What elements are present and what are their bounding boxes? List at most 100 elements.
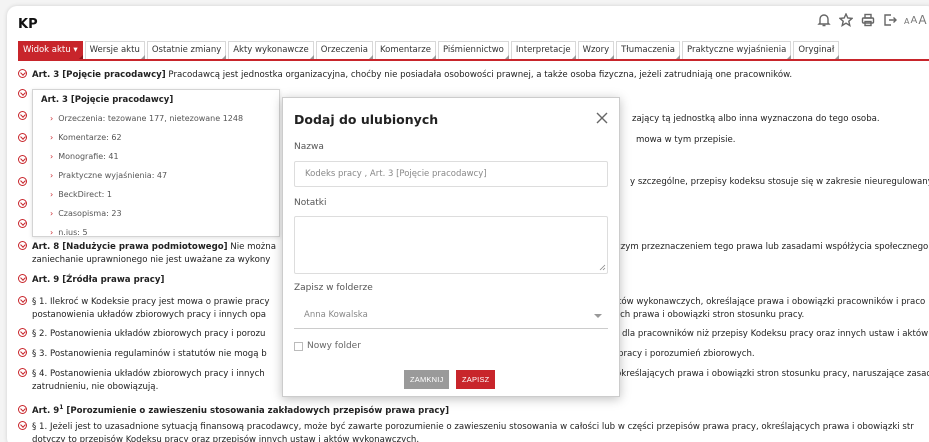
article-row (18, 199, 32, 212)
folder-select-value: Anna Kowalska (304, 310, 368, 320)
popover-link-praktyczne[interactable]: › Praktyczne wyjaśnienia: 47 (50, 171, 167, 180)
paragraph-text: § 1. Jeżeli jest to uzasadnione sytuacją… (32, 422, 914, 432)
dialog-title: Dodaj do ulubionych (294, 112, 439, 127)
paragraph-text-fragment: określających prawa i obowiązki stron st… (616, 369, 929, 379)
folder-select[interactable]: Anna Kowalska (294, 303, 608, 329)
popover-link-orzeczenia[interactable]: › Orzeczenia: tezowane 177, nietezowane 1… (50, 114, 243, 123)
expand-icon[interactable] (18, 89, 27, 98)
print-icon[interactable] (860, 12, 876, 28)
paragraph-text-fragment: pracy i porozumień zbiorowych. (618, 349, 755, 359)
paragraph-row: § 2. Postanowienia układów zbiorowych pr… (18, 328, 265, 341)
article-heading: Art. 8 [Nadużycie prawa podmiotowego] (32, 242, 228, 252)
export-icon[interactable] (882, 12, 898, 28)
popover-link-monografie[interactable]: › Monografie: 41 (50, 152, 119, 161)
article-heading: Art. 91 [Porozumienie o zawieszeniu stos… (32, 404, 449, 416)
folder-label: Zapisz w folderze (294, 283, 373, 293)
expand-icon[interactable] (18, 421, 27, 430)
article-row (18, 177, 32, 190)
close-button[interactable]: ZAMKNIJ (404, 370, 450, 389)
close-icon[interactable] (595, 110, 609, 124)
star-icon[interactable] (838, 12, 854, 28)
paragraph-text-fragment: dla pracowników niż przepisy Kodeksu pra… (622, 329, 929, 339)
notes-label: Notatki (294, 198, 327, 208)
chevron-right-icon: › (50, 133, 54, 142)
document-title: KP (18, 17, 38, 32)
article-row (18, 219, 32, 232)
expand-icon[interactable] (18, 328, 27, 337)
tab-oryginal[interactable]: Oryginał (793, 41, 840, 59)
article-number: Art. 9 (32, 405, 60, 416)
expand-icon[interactable] (18, 348, 27, 357)
paragraph-text-fragment: zatrudnieniu, nie obowiązują. (32, 382, 159, 392)
paragraph-row: § 4. Postanowienia układów zbiorowych pr… (18, 368, 265, 381)
tab-wersje-aktu[interactable]: Wersje aktu (84, 41, 146, 59)
tab-orzeczenia[interactable]: Orzeczenia (315, 41, 374, 59)
expand-icon[interactable] (18, 296, 27, 305)
expand-icon[interactable] (18, 404, 27, 414)
expand-icon[interactable] (18, 219, 27, 228)
article-row (18, 111, 32, 124)
expand-icon[interactable] (18, 155, 27, 164)
tab-wzory[interactable]: Wzory (577, 41, 615, 59)
name-input[interactable] (294, 161, 608, 187)
article-heading: Art. 3 [Pojęcie pracodawcy] (32, 70, 166, 80)
expand-icon[interactable] (18, 368, 27, 377)
article-links-popover: Art. 3 [Pojęcie pracodawcy] › Orzeczenia:… (32, 89, 280, 237)
save-button[interactable]: ZAPISZ (456, 370, 496, 389)
font-size-medium[interactable]: A (910, 16, 917, 26)
document-window: KP A A A Widok aktu ▾ Wersje aktu Ostatn… (7, 6, 929, 442)
article-text-fragment: zaniechanie uprawnionego nie jest uważan… (32, 255, 271, 265)
resize-handle-icon[interactable] (599, 264, 606, 271)
tab-tlumaczenia[interactable]: Tłumaczenia (616, 41, 680, 59)
tab-ostatnie-zmiany[interactable]: Ostatnie zmiany (146, 41, 227, 59)
tab-interpretacje[interactable]: Interpretacje (510, 41, 576, 59)
popover-link-label: BeckDirect: 1 (58, 190, 112, 199)
paragraph-text: § 3. Postanowienia regulaminów i statutó… (32, 349, 267, 359)
tab-praktyczne-wyjasnienia[interactable]: Praktyczne wyjaśnienia (681, 41, 792, 59)
popover-link-komentarze[interactable]: › Komentarze: 62 (50, 133, 122, 142)
paragraph-text-fragment: dotyczy to przepisów Kodeksu pracy oraz … (32, 435, 420, 442)
expand-icon[interactable] (18, 177, 27, 186)
expand-icon[interactable] (18, 69, 27, 78)
chevron-right-icon: › (50, 228, 54, 237)
popover-link-label: Orzeczenia: tezowane 177, nietezowane 12… (58, 114, 244, 123)
article-row: Art. 9 [Źródła prawa pracy] (18, 274, 164, 287)
tab-pismiennictwo[interactable]: Piśmiennictwo (437, 41, 509, 59)
article-row (18, 89, 32, 102)
popover-link-label: Komentarze: 62 (58, 133, 122, 142)
paragraph-row: § 3. Postanowienia regulaminów i statutó… (18, 348, 267, 361)
new-folder-label: Nowy folder (307, 341, 361, 351)
tab-widok-aktu[interactable]: Widok aktu ▾ (18, 41, 83, 59)
tab-akty-wykonawcze[interactable]: Akty wykonawcze (228, 41, 314, 59)
new-folder-checkbox-row[interactable]: Nowy folder (294, 341, 361, 351)
expand-icon[interactable] (18, 133, 27, 142)
article-heading: Art. 9 [Źródła prawa pracy] (32, 275, 165, 285)
expand-icon[interactable] (18, 241, 27, 250)
popover-link-nius[interactable]: › n.ius: 5 (50, 228, 88, 237)
font-size-small[interactable]: A (904, 18, 909, 26)
expand-icon[interactable] (18, 111, 27, 120)
paragraph-row: § 1. Ilekroć w Kodeksie pracy jest mowa … (18, 296, 269, 309)
tab-bar: Widok aktu ▾ Wersje aktu Ostatnie zmiany… (18, 41, 840, 59)
popover-link-czasopisma[interactable]: › Czasopisma: 23 (50, 209, 122, 218)
article-text-fragment: y szczególne, przepisy kodeksu stosuje s… (630, 177, 929, 187)
paragraph-row: § 1. Jeżeli jest to uzasadnione sytuacją… (18, 421, 914, 434)
popover-link-label: Monografie: 41 (58, 152, 119, 161)
article-row: Art. 91 [Porozumienie o zawieszeniu stos… (18, 401, 449, 418)
bell-icon[interactable] (816, 12, 832, 28)
font-size-large[interactable]: A (918, 14, 926, 26)
paragraph-text-fragment: ych prawa i obowiązki stron stosunku pra… (615, 310, 805, 320)
font-size-control[interactable]: A A A (904, 14, 927, 26)
new-folder-checkbox[interactable] (294, 341, 303, 351)
chevron-down-icon (594, 314, 602, 318)
popover-link-beckdirect[interactable]: › BeckDirect: 1 (50, 190, 112, 199)
expand-icon[interactable] (18, 274, 27, 283)
chevron-right-icon: › (50, 209, 54, 218)
chevron-right-icon: › (50, 152, 54, 161)
expand-icon[interactable] (18, 199, 27, 208)
article-row: Art. 8 [Nadużycie prawa podmiotowego] Ni… (18, 241, 276, 254)
article-text-fragment: mowa w tym przepisie. (636, 135, 736, 145)
article-text-fragment: zający tą jednostką albo inna wyznaczona… (632, 114, 880, 124)
tab-komentarze[interactable]: Komentarze (374, 41, 436, 59)
notes-textarea[interactable] (294, 216, 608, 274)
